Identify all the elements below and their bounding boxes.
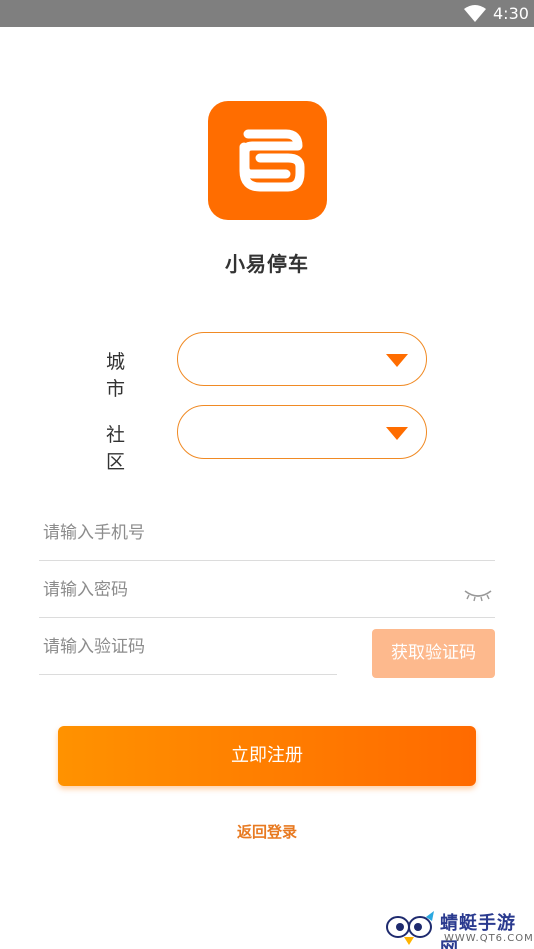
wifi-icon (464, 5, 486, 22)
eye-closed-icon[interactable] (463, 586, 493, 604)
register-page: 4:30 小易停车 城 市 社 区 获取验证码 立即注册 返回登录 (0, 0, 534, 949)
app-logo-icon (208, 101, 327, 220)
code-field (39, 627, 337, 675)
register-button[interactable]: 立即注册 (58, 726, 476, 786)
phone-input[interactable] (43, 523, 423, 543)
password-input[interactable] (43, 580, 433, 600)
dragonfly-logo-icon (386, 911, 434, 945)
back-login-link[interactable]: 返回登录 (0, 821, 534, 842)
dropdown-caret-icon (386, 354, 408, 367)
code-input[interactable] (43, 637, 328, 657)
watermark: 蜻蜓手游网 WWW.QT6.COM (386, 907, 534, 949)
dropdown-caret-icon (386, 427, 408, 440)
community-label: 社 区 (106, 424, 140, 473)
status-time: 4:30 (493, 4, 529, 23)
community-select[interactable] (177, 405, 427, 459)
city-select[interactable] (177, 332, 427, 386)
watermark-url: WWW.QT6.COM (444, 933, 534, 944)
password-field (39, 570, 495, 618)
phone-field (39, 513, 495, 561)
status-bar: 4:30 (0, 0, 534, 27)
get-code-button[interactable]: 获取验证码 (372, 629, 495, 678)
app-name: 小易停车 (225, 252, 309, 276)
city-label: 城 市 (106, 351, 140, 400)
